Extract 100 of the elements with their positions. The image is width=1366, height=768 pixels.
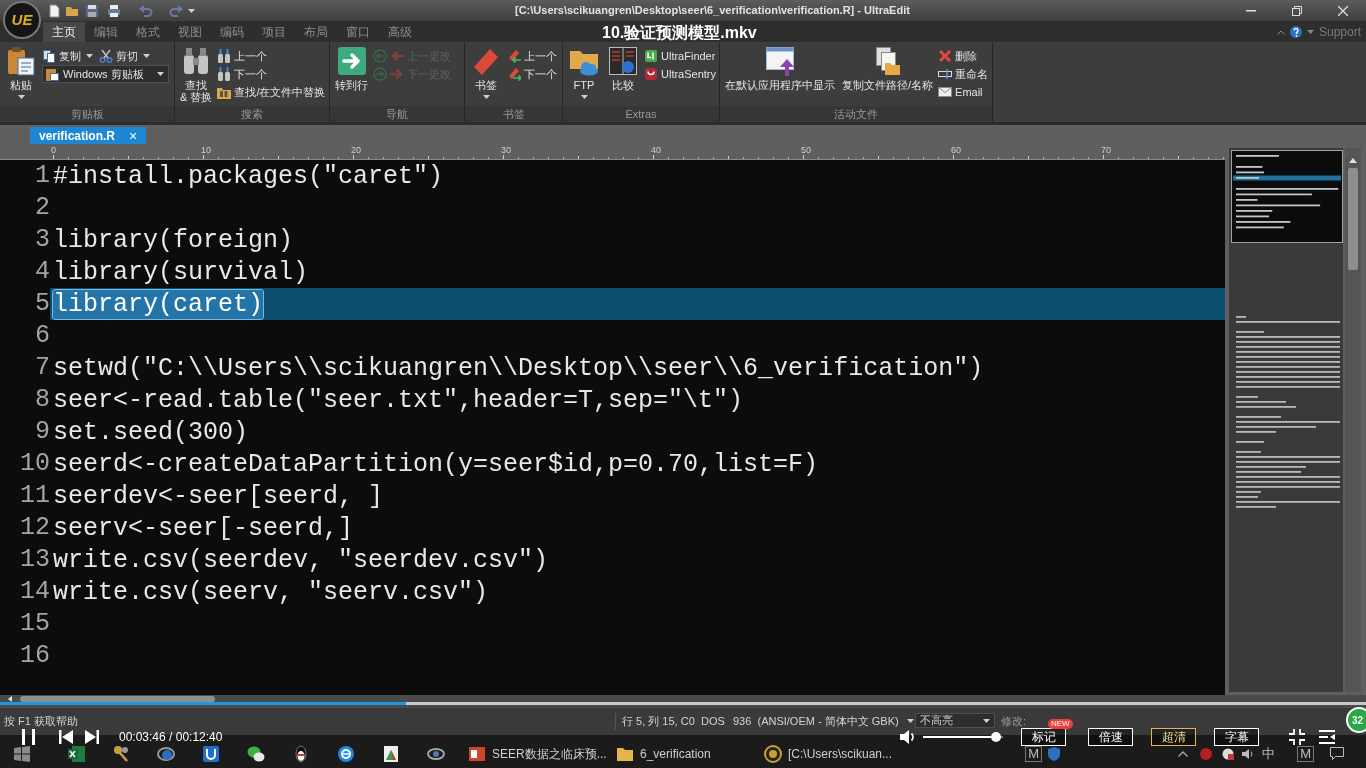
notification-icon[interactable] — [1330, 747, 1344, 760]
next-button[interactable] — [85, 729, 99, 744]
code-line: seerdev<-seer[seerd, ] — [53, 481, 384, 511]
fullscreen-icon[interactable] — [1289, 728, 1305, 745]
close-icon — [1338, 5, 1348, 16]
ftp-button[interactable]: FTP — [566, 46, 602, 99]
copy-path-button[interactable]: 复制文件路径/名称 — [840, 46, 936, 91]
binoculars-icon — [217, 49, 232, 63]
pause-button[interactable] — [22, 728, 35, 745]
bookmark-arrow-icon — [507, 67, 521, 81]
ultrasentry-button[interactable]: UltraSentry — [644, 65, 717, 83]
cut-button[interactable]: 剪切 — [99, 47, 150, 65]
chevron-up-icon[interactable] — [1178, 750, 1189, 757]
save-icon[interactable] — [85, 3, 99, 18]
menu-tab[interactable]: 主页 — [43, 22, 85, 42]
previous-bookmark-button[interactable]: 上一个 — [507, 47, 557, 65]
caret-icon[interactable] — [188, 8, 195, 13]
ultrafinder-button[interactable]: UltraFinder — [644, 47, 716, 65]
menu-tab[interactable]: 高级 — [379, 22, 421, 42]
delete-button[interactable]: 删除 — [938, 47, 978, 65]
help-hint: 按 F1 获取帮助 — [3, 714, 79, 729]
taskbar-window-button[interactable]: [C:\Users\scikuan... — [758, 740, 903, 767]
volume-slider[interactable] — [923, 731, 1003, 742]
caret-icon[interactable] — [1306, 30, 1314, 34]
paste-button[interactable]: 粘贴 — [3, 46, 39, 99]
copy-button[interactable]: 复制 — [42, 47, 93, 65]
line-number: 10 — [19, 448, 50, 480]
minimize-icon — [1246, 9, 1256, 12]
shield-icon[interactable] — [1048, 746, 1061, 761]
find-in-files-button[interactable]: 查找/在文件中替换 — [217, 83, 326, 101]
rename-icon — [938, 67, 953, 81]
taskbar-window-button[interactable]: SEER数据之临床预... — [462, 740, 607, 767]
speed-button[interactable]: 倍速 — [1088, 727, 1133, 746]
mark-button[interactable]: 标记 — [1021, 727, 1066, 746]
compare-button[interactable]: 比较 — [605, 46, 641, 91]
menu-tab[interactable]: 格式 — [127, 22, 169, 42]
chevron-up-icon[interactable] — [1276, 29, 1285, 35]
previous-button[interactable] — [59, 729, 73, 744]
scrollbar-thumb[interactable] — [1348, 168, 1358, 270]
open-default-app-button[interactable]: 在默认应用程序中显示 — [723, 46, 837, 91]
new-file-icon[interactable] — [47, 3, 61, 18]
bookmark-button[interactable]: 书签 — [468, 46, 504, 99]
line-number: 15 — [19, 608, 50, 640]
app-tile-icon — [201, 744, 220, 763]
window-title: [C:\Users\scikuangren\Desktop\seer\6_verification\verification.R] - UltraEdit — [515, 3, 910, 19]
code-line: seer<-read.table("seer.txt",header=T,sep="\t") — [53, 385, 744, 415]
help-icon[interactable] — [1289, 26, 1302, 38]
scroll-left-icon — [8, 695, 12, 702]
encoding-dropdown[interactable]: 936 (ANSI/OEM - 简体中文 GBK) — [729, 713, 915, 730]
menu-tab[interactable]: 视图 — [169, 22, 211, 42]
network-icon[interactable] — [1222, 747, 1235, 760]
volume-icon[interactable] — [900, 729, 917, 744]
speaker-icon[interactable] — [1242, 747, 1255, 760]
playback-time: 00:03:46 / 00:12:40 — [119, 728, 223, 746]
volume-knob[interactable] — [990, 731, 1001, 742]
find-previous-button[interactable]: 上一个 — [217, 47, 268, 65]
new-badge: NEW — [1048, 718, 1073, 729]
menu-tab[interactable]: 窗口 — [337, 22, 379, 42]
vertical-scrollbar[interactable] — [1345, 148, 1361, 692]
file-tab[interactable]: verification.R × — [30, 127, 147, 144]
bookmark-icon — [471, 46, 501, 76]
previous-icon — [59, 729, 73, 744]
ime-indicator[interactable]: 中 — [1262, 743, 1276, 764]
windows-icon — [14, 745, 30, 762]
menu-tab[interactable]: 项目 — [253, 22, 295, 42]
subtitles-button[interactable]: 字幕 — [1214, 727, 1259, 746]
menu-tab[interactable]: 布局 — [295, 22, 337, 42]
playlist-icon[interactable] — [1319, 729, 1335, 744]
arrow-left-icon — [390, 49, 404, 63]
compare-window-icon — [608, 46, 638, 76]
menu-tab[interactable]: 编码 — [211, 22, 253, 42]
ruler-label: 0 — [51, 145, 56, 155]
go-to-line-button[interactable]: 转到行 — [333, 46, 370, 91]
scroll-up-icon — [1349, 158, 1357, 163]
clipboard-dropdown[interactable]: Windows 剪贴板 — [42, 65, 169, 83]
clipboard-icon — [6, 46, 36, 76]
menu-tab[interactable]: 编辑 — [85, 22, 127, 42]
highlight-dropdown[interactable]: 不高亮 — [915, 713, 995, 728]
app-tile-icon — [644, 67, 658, 81]
code-line: setwd("C:\\Users\\scikuangren\\Desktop\\seer\\6_verification") — [53, 353, 984, 383]
tray-label[interactable]: M — [1297, 745, 1314, 762]
find-replace-button[interactable]: 查找 & 替换 — [178, 46, 215, 103]
rename-button[interactable]: 重命名 — [938, 65, 989, 83]
caret-icon — [983, 718, 990, 723]
next-bookmark-button[interactable]: 下一个 — [507, 65, 557, 83]
email-button[interactable]: Email — [938, 83, 983, 101]
tab-close-button[interactable]: × — [129, 128, 138, 143]
print-icon[interactable] — [107, 3, 121, 18]
quality-button[interactable]: 超清 — [1151, 727, 1196, 746]
scrollbar-thumb[interactable] — [20, 695, 215, 702]
record-icon[interactable] — [1200, 747, 1213, 760]
tray-label[interactable]: M — [1025, 745, 1043, 762]
taskbar-window-button[interactable]: 6_verification — [610, 740, 755, 767]
code-line: seerv<-seer[-seerd,] — [53, 513, 354, 543]
line-number: 16 — [19, 640, 50, 672]
group-label: 剪贴板 — [0, 106, 174, 122]
keys-icon — [111, 744, 130, 763]
find-next-button[interactable]: 下一个 — [217, 65, 268, 83]
ruler-label: 20 — [351, 145, 361, 155]
video-progress-track[interactable] — [0, 702, 1366, 705]
